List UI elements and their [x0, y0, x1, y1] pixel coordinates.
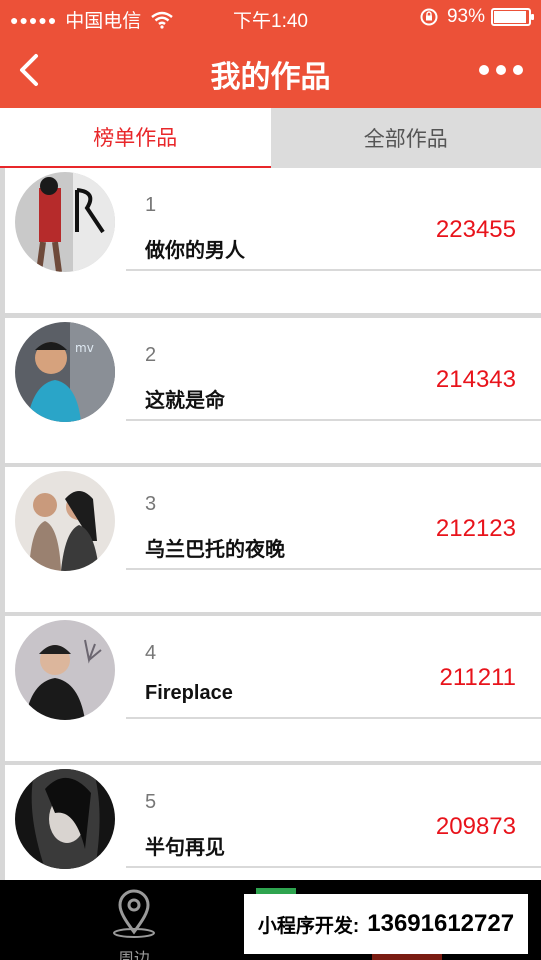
rotation-lock-icon	[420, 8, 438, 26]
svg-text:mv: mv	[75, 341, 94, 355]
list-item[interactable]: 1 做你的男人 223455	[5, 168, 541, 313]
divider	[126, 568, 541, 570]
score-value: 214343	[435, 366, 516, 393]
tab-all-works[interactable]: 全部作品	[270, 108, 541, 168]
divider	[126, 866, 541, 868]
location-pin-icon	[113, 889, 155, 938]
list-item[interactable]: 3 乌兰巴托的夜晚 212123	[5, 467, 541, 612]
rank-number: 4	[145, 642, 157, 664]
divider	[126, 717, 541, 719]
song-title: 半句再见	[145, 837, 225, 859]
song-title: 做你的男人	[145, 240, 245, 262]
cover-avatar: mv	[15, 322, 115, 422]
page-title: 我的作品	[210, 61, 331, 94]
cover-avatar	[15, 172, 115, 272]
battery-percent: 93%	[446, 6, 485, 27]
battery-icon	[491, 8, 534, 26]
rank-number: 2	[145, 344, 157, 366]
cover-avatar	[15, 471, 115, 571]
promo-label: 小程序开发:	[257, 915, 360, 937]
list-item[interactable]: 5 半句再见 209873	[5, 765, 541, 880]
promo-banner: 小程序开发: 13691612727	[244, 894, 528, 954]
score-value: 211211	[439, 664, 516, 691]
song-title: 这就是命	[145, 390, 225, 412]
score-value: 223455	[435, 216, 516, 243]
more-dot-icon	[479, 65, 489, 75]
promo-phone: 13691612727	[367, 910, 515, 937]
cover-avatar	[15, 620, 115, 720]
rank-number: 5	[145, 791, 157, 813]
status-right: 93%	[419, 6, 534, 28]
more-dot-icon	[496, 65, 506, 75]
tab-nearby-label: 周边	[117, 951, 150, 960]
divider	[126, 269, 541, 271]
score-value: 209873	[435, 813, 516, 840]
song-title: Fireplace	[145, 682, 233, 704]
cover-avatar	[15, 769, 115, 869]
works-list: 1 做你的男人 223455 mv 2 这就是命 214343 3 乌兰巴托的夜…	[0, 168, 541, 880]
status-bar: ●●●●● 中国电信 下午1:40 93%	[0, 0, 541, 36]
battery-fill	[494, 11, 526, 23]
more-button[interactable]	[479, 60, 523, 80]
rank-number: 1	[145, 194, 157, 216]
song-title: 乌兰巴托的夜晚	[145, 539, 285, 561]
tab-ranked-works[interactable]: 榜单作品	[0, 108, 271, 168]
tab-strip: 榜单作品 全部作品	[0, 108, 541, 168]
tab-nearby[interactable]: 周边	[104, 886, 164, 960]
rank-number: 3	[145, 493, 157, 515]
score-value: 212123	[435, 515, 516, 542]
more-dot-icon	[513, 65, 523, 75]
divider	[126, 419, 541, 421]
list-item[interactable]: mv 2 这就是命 214343	[5, 318, 541, 463]
navigation-bar: 我的作品	[0, 36, 541, 108]
list-item[interactable]: 4 Fireplace 211211	[5, 616, 541, 761]
